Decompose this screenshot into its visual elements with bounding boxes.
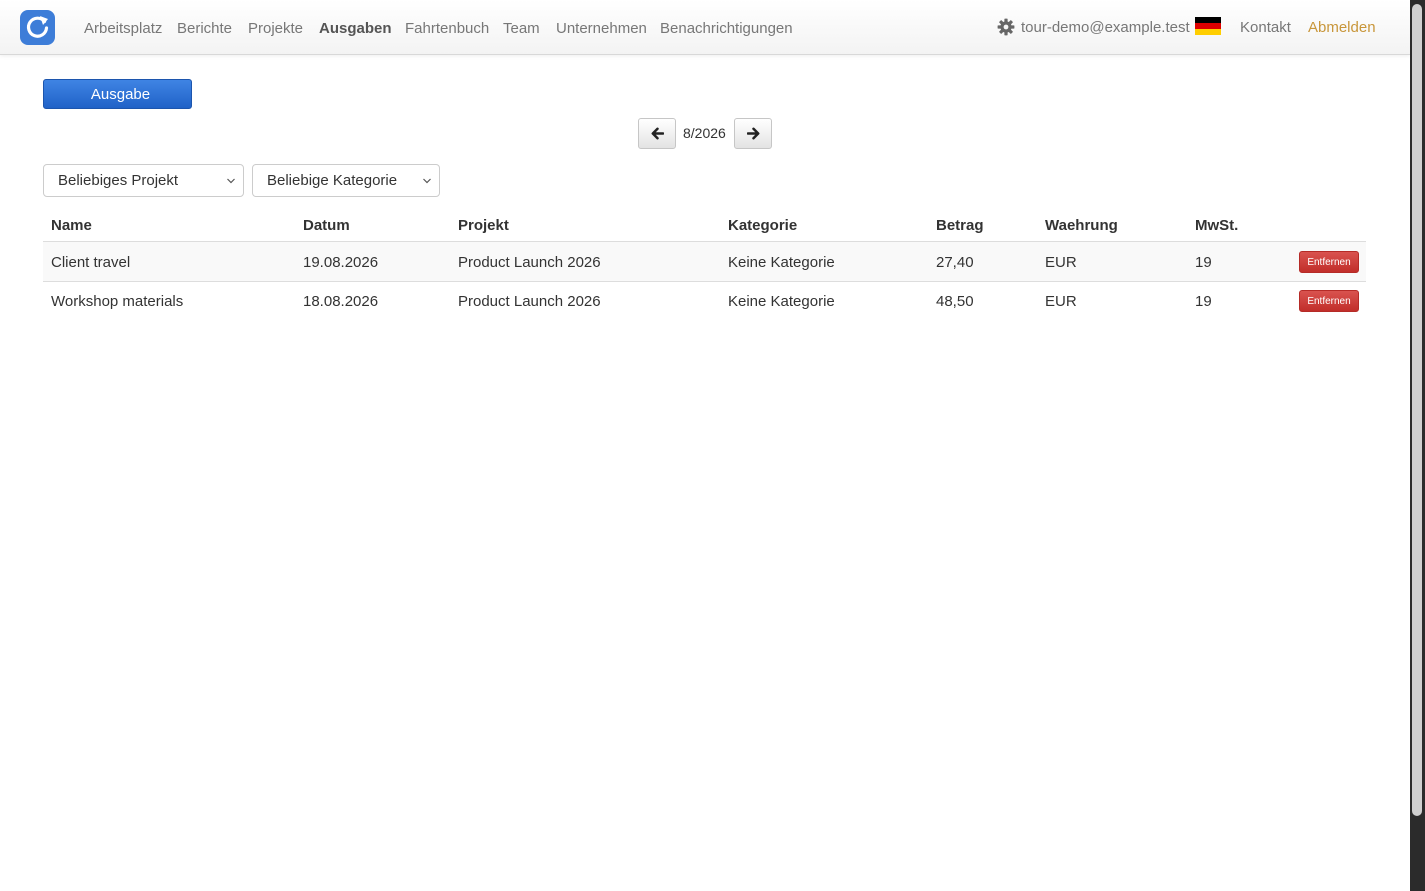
nav-item-ausgaben[interactable]: Ausgaben <box>319 20 392 37</box>
cell-name: Client travel <box>51 254 131 271</box>
cell-project: Product Launch 2026 <box>458 254 601 271</box>
logout-link[interactable]: Abmelden <box>1308 19 1376 36</box>
contact-link[interactable]: Kontakt <box>1240 19 1291 36</box>
add-expense-label: Ausgabe anlegen <box>85 86 151 132</box>
delete-expense-button[interactable]: Entfernen <box>1299 290 1359 312</box>
project-filter-select[interactable]: Beliebiges Projekt <box>43 164 244 197</box>
category-filter-value: Beliebige Kategorie <box>267 172 398 189</box>
column-header-amount: Betrag <box>936 217 984 234</box>
cell-vat: 19 <box>1195 293 1212 310</box>
cell-vat: 19 <box>1195 254 1212 271</box>
nav-item-team[interactable]: Team <box>503 20 540 37</box>
table-divider <box>43 281 1366 282</box>
prev-month-button[interactable] <box>638 118 676 149</box>
arrow-left-icon <box>651 127 664 140</box>
user-email-link[interactable]: tour-demo@example.test <box>1021 19 1190 36</box>
gear-icon[interactable] <box>997 18 1015 36</box>
nav-item-berichte[interactable]: Berichte <box>177 20 232 37</box>
category-filter-select[interactable]: Beliebige Kategorie <box>252 164 440 197</box>
project-filter-value: Beliebiges Projekt <box>58 172 179 189</box>
nav-item-unternehmen[interactable]: Unternehmen <box>556 20 647 37</box>
scrollbar-thumb[interactable] <box>1412 4 1422 816</box>
top-navbar: Arbeitsplatz Berichte Projekte Ausgaben … <box>0 0 1410 55</box>
plus-icon: ✚ <box>141 113 156 132</box>
cell-category: Keine Kategorie <box>728 254 835 271</box>
nav-item-projekte[interactable]: Projekte <box>248 20 303 37</box>
table-row-stripe <box>43 242 1366 281</box>
add-expense-button[interactable]: Ausgabe anlegen ✚ <box>43 79 192 132</box>
cell-currency: EUR <box>1045 254 1077 271</box>
german-flag-icon[interactable] <box>1195 17 1221 35</box>
delete-expense-button[interactable]: Entfernen <box>1299 251 1359 273</box>
cell-date: 19.08.2026 <box>303 254 379 271</box>
chevron-down-icon <box>423 178 431 184</box>
column-header-date: Datum <box>303 217 350 234</box>
chevron-down-icon <box>227 178 235 184</box>
cell-name: Workshop materials <box>51 293 184 310</box>
cell-currency: EUR <box>1045 293 1077 310</box>
nav-item-benachrichtigungen[interactable]: Benachrichtigungen <box>660 20 793 37</box>
nav-item-fahrtenbuch[interactable]: Fahrtenbuch <box>405 20 489 37</box>
column-header-currency: Waehrung <box>1045 217 1118 234</box>
column-header-name: Name <box>51 217 92 234</box>
cell-date: 18.08.2026 <box>303 293 379 310</box>
cell-project: Product Launch 2026 <box>458 293 601 310</box>
column-header-category: Kategorie <box>728 217 798 234</box>
current-period: 8/2026 <box>683 125 726 141</box>
arrow-right-icon <box>747 127 760 140</box>
column-header-vat: MwSt. <box>1195 217 1239 234</box>
cell-category: Keine Kategorie <box>728 293 835 310</box>
cell-amount: 27,40 <box>936 254 974 271</box>
cell-amount: 48,50 <box>936 293 974 310</box>
app-logo-icon[interactable] <box>20 10 55 45</box>
column-header-project: Projekt <box>458 217 509 234</box>
nav-item-arbeitsplatz[interactable]: Arbeitsplatz <box>84 20 162 37</box>
next-month-button[interactable] <box>734 118 772 149</box>
